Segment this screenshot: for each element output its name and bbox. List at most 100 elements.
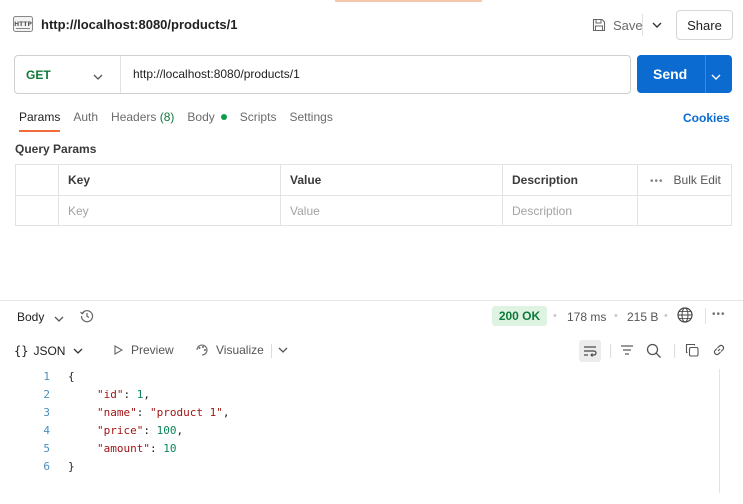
bulk-edit-label: Bulk Edit <box>673 173 721 187</box>
code-line: 3 "name": "product 1", <box>0 404 719 422</box>
history-icon[interactable] <box>79 308 95 327</box>
row-checkbox-cell <box>16 196 58 226</box>
line-number: 5 <box>43 442 50 455</box>
braces-icon: {} <box>14 344 29 358</box>
table-header-row: Key Value Description ••• Bulk Edit <box>16 165 731 196</box>
preview-button[interactable]: Preview <box>114 343 174 357</box>
response-body-editor[interactable]: 1 { 2 "id": 1, 3 "name": "product 1", 4 … <box>0 368 719 476</box>
query-params-table: Key Value Description ••• Bulk Edit Key V… <box>15 164 732 226</box>
send-label: Send <box>653 66 688 82</box>
format-select[interactable]: {} JSON <box>14 340 83 362</box>
separator-dot: • <box>664 310 668 322</box>
response-size[interactable]: 215 B <box>627 310 658 324</box>
search-icon[interactable] <box>646 343 662 362</box>
more-icon: ••• <box>650 176 664 187</box>
key-input[interactable]: Key <box>58 196 280 226</box>
scrollbar[interactable] <box>719 369 743 493</box>
table-row: Key Value Description <box>16 196 731 227</box>
tab-body[interactable]: Body <box>187 110 227 134</box>
url-divider <box>120 56 121 93</box>
visualize-button[interactable]: Visualize <box>194 343 264 357</box>
toolbar-divider <box>271 344 272 358</box>
code-line: 2 "id": 1, <box>0 386 719 404</box>
wrap-icon <box>584 346 597 357</box>
visualize-icon <box>196 344 208 356</box>
code-line: 5 "amount": 10 <box>0 440 719 458</box>
response-body-select[interactable]: Body <box>17 310 44 324</box>
tab-headers-label: Headers <box>111 110 157 124</box>
format-label: JSON <box>33 344 66 358</box>
json-key: "name" <box>97 406 137 419</box>
save-icon <box>592 18 606 32</box>
method-select[interactable]: GET <box>26 68 51 82</box>
column-key: Key <box>58 165 280 195</box>
bulk-edit-button[interactable]: ••• Bulk Edit <box>637 165 731 195</box>
status-badge[interactable]: 200 OK <box>492 306 547 326</box>
response-time[interactable]: 178 ms <box>567 310 606 324</box>
play-icon <box>114 345 123 355</box>
query-params-title: Query Params <box>15 142 97 156</box>
chevron-down-icon[interactable] <box>711 69 721 83</box>
tab-params[interactable]: Params <box>19 110 61 134</box>
line-number: 4 <box>43 424 50 437</box>
checkbox-column <box>16 165 58 195</box>
code-text: "id": 1, <box>97 388 150 401</box>
filter-icon[interactable] <box>620 343 634 360</box>
line-number: 1 <box>43 370 50 383</box>
more-icon[interactable]: ••• <box>712 309 726 320</box>
json-value: 1 <box>136 388 144 401</box>
headers-count: (8) <box>159 110 175 124</box>
preview-label: Preview <box>131 343 174 357</box>
tab-settings[interactable]: Settings <box>289 110 332 134</box>
toolbar-divider <box>705 308 706 324</box>
save-options-button[interactable] <box>648 14 666 36</box>
separator-dot: • <box>553 310 557 322</box>
toolbar-divider <box>674 344 675 358</box>
tab-body-label: Body <box>187 110 215 124</box>
value-input[interactable]: Value <box>280 196 502 226</box>
chevron-down-icon <box>74 348 83 354</box>
code-line: 4 "price": 100, <box>0 422 719 440</box>
code-text: "price": 100, <box>97 424 184 437</box>
tab-scripts[interactable]: Scripts <box>240 110 277 134</box>
tab-headers[interactable]: Headers (8) <box>111 110 174 134</box>
json-key: "price" <box>97 424 144 437</box>
chevron-down-icon[interactable] <box>54 311 64 325</box>
json-value: 10 <box>163 442 177 455</box>
chevron-down-icon[interactable] <box>93 69 103 83</box>
description-input[interactable]: Description <box>502 196 637 226</box>
json-value: 100 <box>156 424 177 437</box>
save-label: Save <box>613 17 643 33</box>
send-divider <box>705 55 706 93</box>
svg-text:HTTP: HTTP <box>14 21 32 28</box>
json-key: "amount" <box>97 442 150 455</box>
wrap-lines-button[interactable] <box>579 340 601 362</box>
chevron-down-icon <box>652 22 662 28</box>
code-line: 1 { <box>0 368 719 386</box>
code-text: } <box>68 460 75 473</box>
line-number: 6 <box>43 460 50 473</box>
url-input[interactable]: http://localhost:8080/products/1 <box>133 67 613 81</box>
line-number: 3 <box>43 406 50 419</box>
json-key: "id" <box>97 388 124 401</box>
tab-auth[interactable]: Auth <box>73 110 98 134</box>
share-button[interactable]: Share <box>676 10 733 40</box>
copy-icon[interactable] <box>685 343 699 360</box>
separator-dot: • <box>614 310 618 322</box>
visualize-label: Visualize <box>216 343 264 357</box>
toolbar-divider <box>610 344 611 358</box>
code-text: { <box>68 370 75 383</box>
empty-cell <box>637 196 731 226</box>
line-number: 2 <box>43 388 50 401</box>
response-divider[interactable] <box>0 300 743 301</box>
column-value: Value <box>280 165 502 195</box>
cookies-link[interactable]: Cookies <box>683 111 730 125</box>
json-value: "product 1" <box>150 406 223 419</box>
globe-icon[interactable] <box>676 306 694 327</box>
link-icon[interactable] <box>712 343 726 360</box>
url-bar: GET http://localhost:8080/products/1 <box>14 55 631 94</box>
request-header: HTTP http://localhost:8080/products/1 Sa… <box>0 0 743 48</box>
chevron-down-icon[interactable] <box>278 343 288 360</box>
send-button[interactable]: Send <box>637 55 732 93</box>
request-tabs: Params Auth Headers (8) Body Scripts Set… <box>19 110 346 134</box>
